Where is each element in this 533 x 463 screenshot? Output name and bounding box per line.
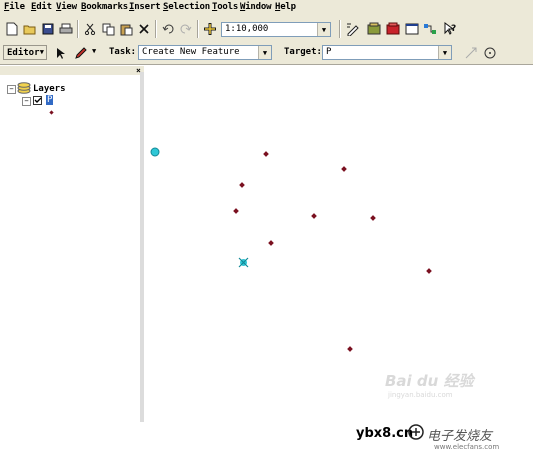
task-label: Task:: [109, 47, 137, 57]
menu-window[interactable]: Window: [240, 2, 272, 12]
svg-text:?: ?: [451, 24, 456, 34]
elecfans-logo-icon: [408, 424, 424, 443]
rotate-tool-icon[interactable]: [481, 44, 499, 62]
menu-selection[interactable]: Selection: [163, 2, 210, 12]
menu-bookmarks[interactable]: Bookmarks: [81, 2, 128, 12]
standard-toolbar: 1:10,000 ▼ ?: [0, 16, 533, 43]
sketch-tool-pencil-icon[interactable]: [72, 44, 90, 62]
layer-visibility-checkbox[interactable]: [33, 96, 42, 105]
chevron-down-icon[interactable]: ▼: [438, 46, 451, 59]
map-display[interactable]: [146, 66, 533, 422]
chevron-down-icon[interactable]: ▼: [258, 46, 271, 59]
toolbar-separator: [197, 20, 199, 38]
map-scale-combo[interactable]: 1:10,000 ▼: [221, 22, 331, 37]
menu-file[interactable]: File: [4, 2, 25, 12]
chevron-down-icon[interactable]: ▼: [92, 47, 96, 55]
sketch-cursor-icon[interactable]: [238, 257, 249, 271]
menu-insert[interactable]: Insert: [129, 2, 161, 12]
editor-toolbar-icon[interactable]: [344, 20, 362, 38]
target-value: P: [326, 47, 332, 57]
point-symbol-icon: [49, 110, 54, 115]
editor-toolbar: Editor ▼ ▼ Task: Create New Feature ▼ Ta…: [0, 42, 533, 65]
editor-menu-button[interactable]: Editor ▼: [3, 45, 47, 60]
target-label: Target:: [284, 47, 322, 57]
site-watermark-elecfans: 电子发烧友: [427, 429, 493, 444]
baidu-watermark-url: jingyan.baidu.com: [388, 391, 453, 399]
table-of-contents: [0, 66, 144, 422]
redo-icon[interactable]: [177, 20, 195, 38]
arctoolbox-icon[interactable]: [365, 20, 383, 38]
copy-icon[interactable]: [99, 20, 117, 38]
open-icon[interactable]: [21, 20, 39, 38]
data-frame-label[interactable]: Layers: [33, 84, 66, 94]
cut-icon[interactable]: [81, 20, 99, 38]
menu-help[interactable]: Help: [275, 2, 296, 12]
print-icon[interactable]: [57, 20, 75, 38]
editor-label: Editor: [7, 48, 40, 58]
toolbar-separator: [155, 20, 157, 38]
chevron-down-icon[interactable]: ▼: [317, 23, 330, 36]
baidu-watermark: Bai du 经验: [385, 372, 474, 390]
menu-bar: File Edit View Bookmarks Insert Selectio…: [0, 0, 533, 16]
map-scale-value: 1:10,000: [225, 24, 269, 34]
expand-collapse-toggle[interactable]: −: [7, 85, 16, 94]
site-watermark-ybx8: ybx8.cn: [356, 426, 414, 441]
snapping-vertex-marker[interactable]: [150, 147, 160, 160]
add-data-icon[interactable]: [201, 20, 219, 38]
save-icon[interactable]: [39, 20, 57, 38]
menu-tools[interactable]: Tools: [212, 2, 238, 12]
split-tool-icon[interactable]: [462, 44, 480, 62]
arccatalog-icon[interactable]: [384, 20, 402, 38]
edit-tool-arrow-icon[interactable]: [52, 44, 70, 62]
layer-name-selected[interactable]: P: [46, 95, 54, 105]
paste-icon[interactable]: [117, 20, 135, 38]
undo-icon[interactable]: [159, 20, 177, 38]
new-icon[interactable]: [3, 20, 21, 38]
expand-collapse-toggle[interactable]: −: [22, 97, 31, 106]
task-value: Create New Feature: [142, 47, 240, 57]
toc-title-bar: [0, 66, 144, 75]
target-combo[interactable]: P ▼: [322, 45, 452, 60]
delete-icon[interactable]: [135, 20, 153, 38]
layers-stack-icon: [17, 82, 31, 97]
model-builder-icon[interactable]: [421, 20, 439, 38]
toolbar-separator: [77, 20, 79, 38]
menu-edit[interactable]: Edit: [31, 2, 52, 12]
command-line-icon[interactable]: [403, 20, 421, 38]
whats-this-icon[interactable]: ?: [441, 20, 459, 38]
toolbar-separator: [339, 20, 341, 38]
chevron-down-icon: ▼: [39, 48, 44, 56]
site-watermark-elecfans-url: www.elecfans.com: [434, 443, 500, 451]
task-combo[interactable]: Create New Feature ▼: [138, 45, 272, 60]
toc-scrollbar[interactable]: [140, 72, 144, 422]
menu-view[interactable]: View: [56, 2, 77, 12]
